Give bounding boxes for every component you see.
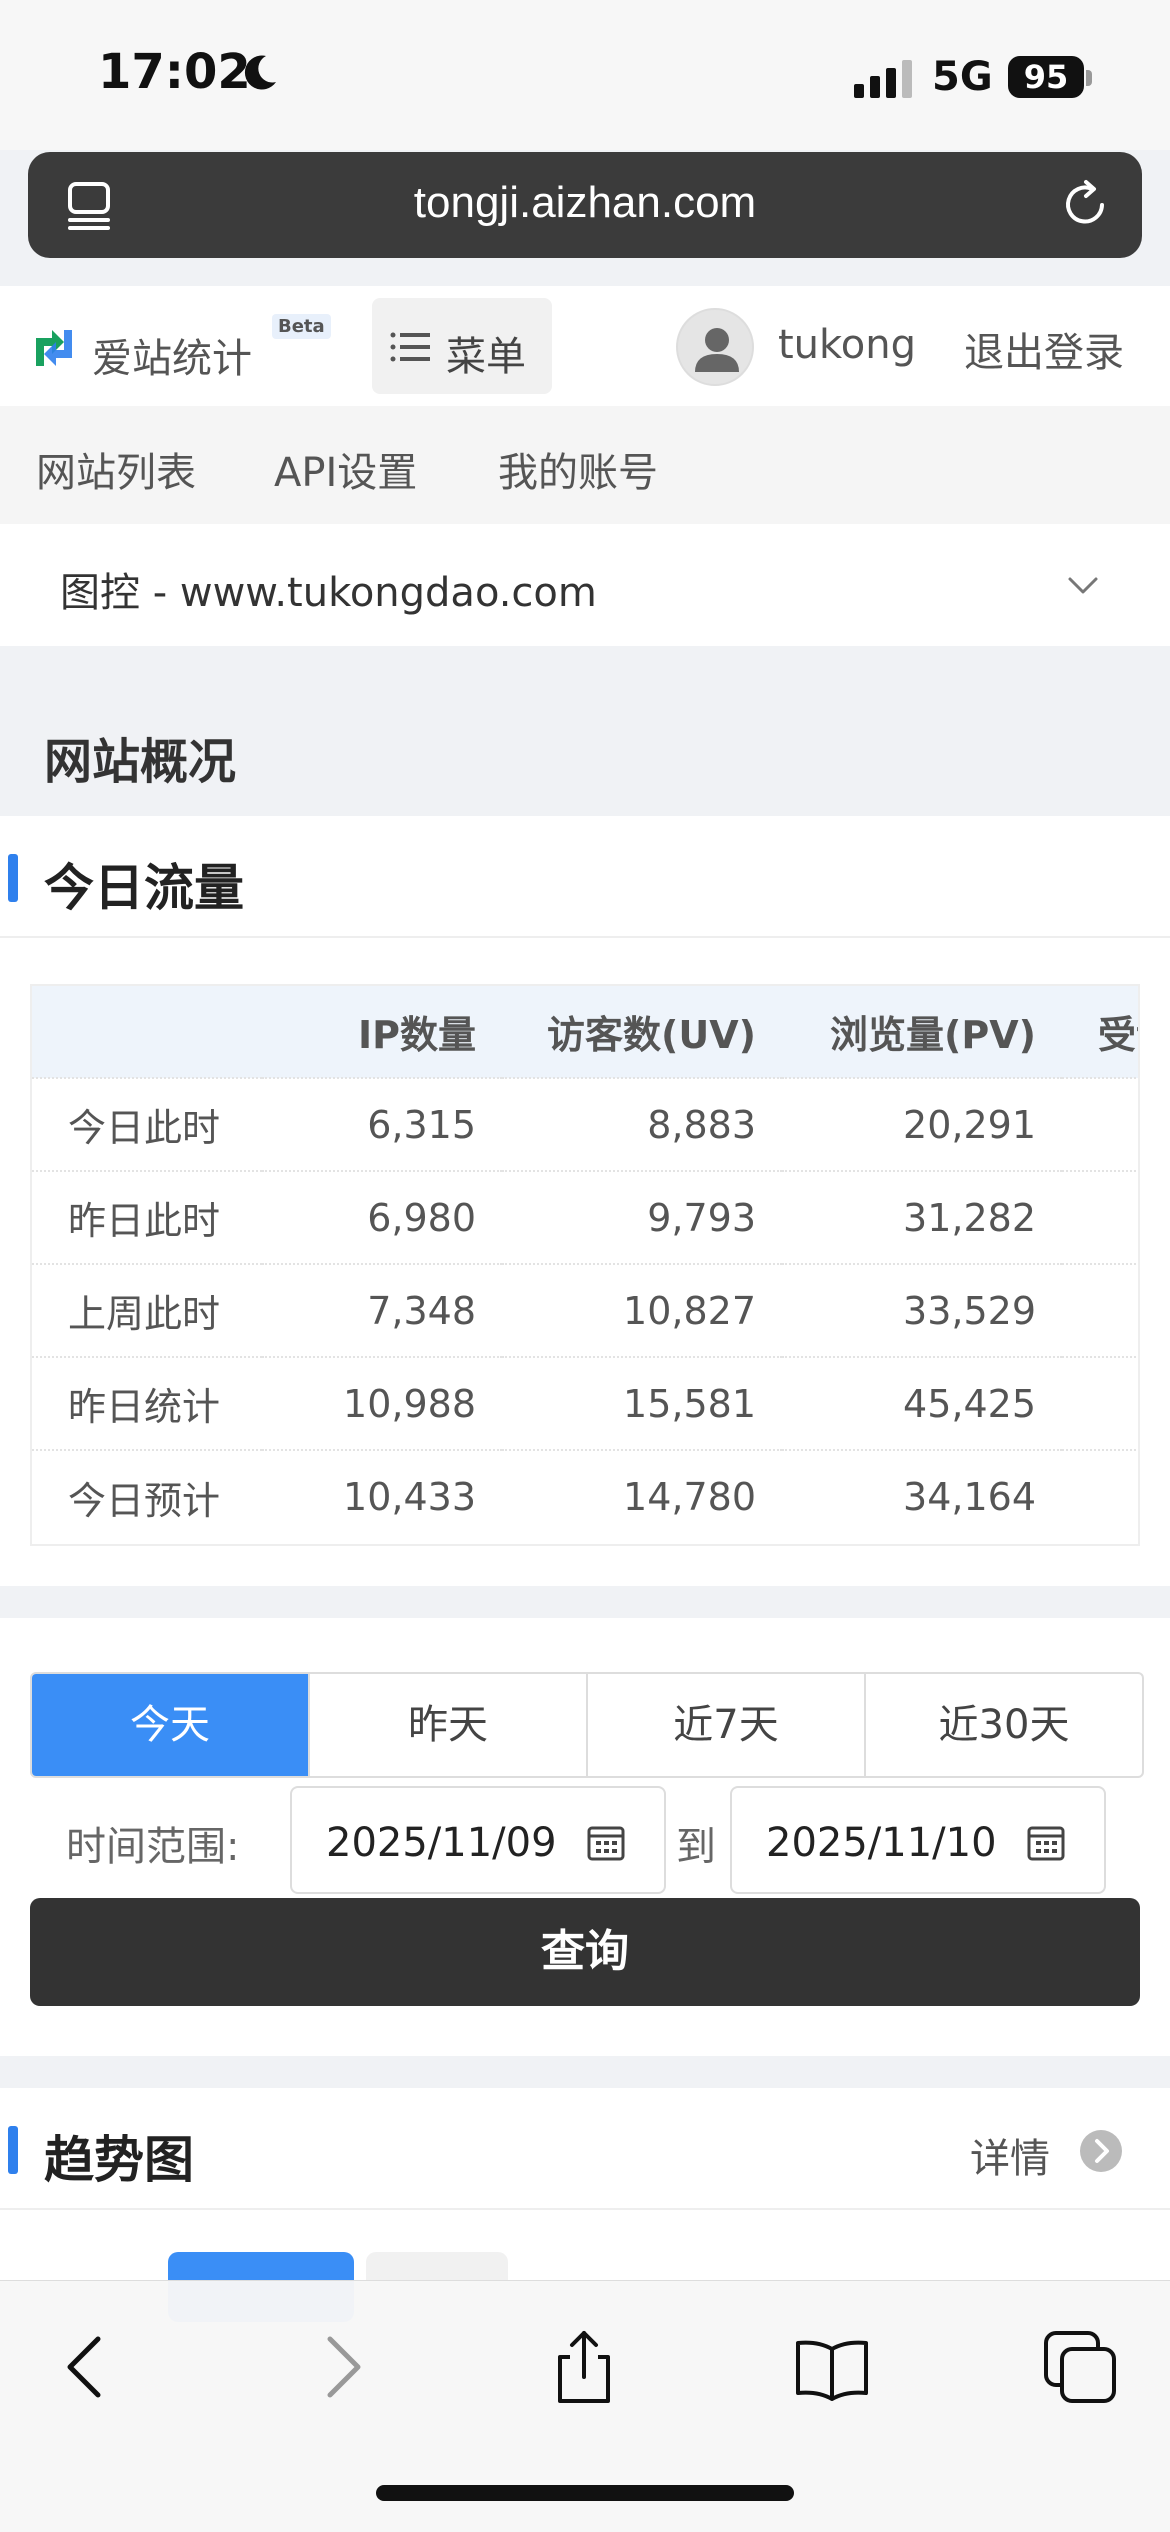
uv-cell: 14,780 xyxy=(502,1449,782,1543)
network-label: 5G xyxy=(932,54,993,100)
bookmarks-icon[interactable] xyxy=(792,2327,872,2407)
table-row: 昨日此时 6,980 9,793 31,282 xyxy=(32,1170,1138,1264)
start-date-value[interactable]: 2025/11/09 xyxy=(326,1820,557,1866)
ip-cell: 10,988 xyxy=(262,1356,502,1450)
home-indicator xyxy=(376,2485,794,2501)
logo-icon[interactable] xyxy=(28,322,80,374)
start-date-input[interactable]: 2025/11/09 xyxy=(290,1786,666,1894)
table-header-cell: 访客数(UV) xyxy=(502,986,782,1078)
end-date-input[interactable]: 2025/11/10 xyxy=(730,1786,1106,1894)
row-label: 昨日此时 xyxy=(32,1170,262,1264)
row-label: 上周此时 xyxy=(32,1263,262,1357)
calendar-icon[interactable] xyxy=(586,1822,626,1862)
period-tabs: 今天 昨天 近7天 近30天 xyxy=(30,1672,1144,1778)
pv-cell: 20,291 xyxy=(782,1077,1062,1171)
time-range-label: 时间范围: xyxy=(66,1824,240,1870)
ip-cell: 6,980 xyxy=(262,1170,502,1264)
back-icon[interactable] xyxy=(48,2327,128,2407)
row-label: 今日预计 xyxy=(32,1449,262,1543)
nav-item-api-settings[interactable]: API设置 xyxy=(274,440,417,498)
logo-text[interactable]: 爱站统计 xyxy=(92,326,252,384)
trend-header: 趋势图 详情 xyxy=(0,2088,1170,2210)
tab-last-7-days[interactable]: 近7天 xyxy=(588,1674,866,1776)
empty-cell xyxy=(1062,1077,1138,1171)
chevron-right-circle-icon[interactable] xyxy=(1078,2128,1124,2174)
date-filter-card: 今天 昨天 近7天 近30天 时间范围: 2025/11/09 到 2025/1… xyxy=(0,1618,1170,2056)
trend-detail-link[interactable]: 详情 xyxy=(970,2126,1050,2184)
moon-icon xyxy=(244,55,276,90)
battery-icon: 95 xyxy=(1008,56,1084,98)
end-date-value[interactable]: 2025/11/10 xyxy=(766,1820,997,1866)
pv-cell: 45,425 xyxy=(782,1356,1062,1450)
uv-cell: 8,883 xyxy=(502,1077,782,1171)
section-accent-bar xyxy=(8,2126,18,2174)
menu-label: 菜单 xyxy=(446,334,526,380)
to-label: 到 xyxy=(676,1824,716,1870)
calendar-icon[interactable] xyxy=(1026,1822,1066,1862)
address-bar[interactable]: tongji.aizhan.com xyxy=(28,152,1142,258)
table-header-row: IP数量 访客数(UV) 浏览量(PV) 受访 xyxy=(32,986,1138,1078)
table-header-cell xyxy=(32,986,262,1078)
site-selector[interactable]: 图控 - www.tukongdao.com xyxy=(0,524,1170,646)
row-label: 今日此时 xyxy=(32,1077,262,1171)
signal-icon xyxy=(854,60,912,98)
url-text[interactable]: tongji.aizhan.com xyxy=(28,178,1142,228)
traffic-table-wrapper[interactable]: IP数量 访客数(UV) 浏览量(PV) 受访 今日此时 6,315 8,883… xyxy=(30,984,1140,1546)
table-row: 今日预计 10,433 14,780 34,164 xyxy=(32,1449,1138,1543)
today-traffic-title: 今日流量 xyxy=(44,859,244,917)
table-header-cell: 浏览量(PV) xyxy=(782,986,1062,1078)
section-accent-bar xyxy=(8,854,18,902)
table-header-cell: IP数量 xyxy=(262,986,502,1078)
nav-item-my-account[interactable]: 我的账号 xyxy=(498,440,658,498)
status-bar: 17:02 5G 95 xyxy=(0,0,1170,150)
avatar[interactable] xyxy=(676,308,754,386)
uv-cell: 9,793 xyxy=(502,1170,782,1264)
tabs-icon[interactable] xyxy=(1040,2327,1120,2407)
username[interactable]: tukong xyxy=(778,322,916,368)
reload-icon[interactable] xyxy=(1058,178,1112,232)
pv-cell: 34,164 xyxy=(782,1449,1062,1543)
query-button[interactable]: 查询 xyxy=(30,1898,1140,2006)
sub-nav: 网站列表 API设置 我的账号 xyxy=(0,406,1170,524)
ip-cell: 6,315 xyxy=(262,1077,502,1171)
empty-cell xyxy=(1062,1449,1138,1543)
row-label: 昨日统计 xyxy=(32,1356,262,1450)
pv-cell: 33,529 xyxy=(782,1263,1062,1357)
uv-cell: 15,581 xyxy=(502,1356,782,1450)
table-row: 上周此时 7,348 10,827 33,529 xyxy=(32,1263,1138,1357)
logout-link[interactable]: 退出登录 xyxy=(964,320,1124,378)
today-traffic-card: 今日流量 IP数量 访客数(UV) 浏览量(PV) 受访 今日此时 6,315 xyxy=(0,816,1170,1586)
empty-cell xyxy=(1062,1356,1138,1450)
site-header: 爱站统计 Beta 菜单 tukong 退出登录 xyxy=(0,286,1170,406)
ip-cell: 10,433 xyxy=(262,1449,502,1543)
traffic-table: IP数量 访客数(UV) 浏览量(PV) 受访 今日此时 6,315 8,883… xyxy=(32,986,1138,1543)
page-title: 网站概况 xyxy=(44,734,237,790)
table-header-cell: 受访 xyxy=(1062,986,1138,1078)
nav-item-site-list[interactable]: 网站列表 xyxy=(36,440,196,498)
table-row: 今日此时 6,315 8,883 20,291 xyxy=(32,1077,1138,1171)
forward-icon[interactable] xyxy=(300,2327,380,2407)
tab-last-30-days[interactable]: 近30天 xyxy=(866,1674,1142,1776)
empty-cell xyxy=(1062,1170,1138,1264)
share-icon[interactable] xyxy=(544,2327,624,2407)
site-selector-value[interactable]: 图控 - www.tukongdao.com xyxy=(60,560,597,618)
menu-button[interactable]: 菜单 xyxy=(372,298,552,394)
battery-cap xyxy=(1086,70,1092,86)
empty-cell xyxy=(1062,1263,1138,1357)
tab-today[interactable]: 今天 xyxy=(32,1674,310,1776)
list-icon xyxy=(390,332,430,362)
ip-cell: 7,348 xyxy=(262,1263,502,1357)
pv-cell: 31,282 xyxy=(782,1170,1062,1264)
browser-toolbar xyxy=(0,2280,1170,2532)
beta-badge: Beta xyxy=(272,314,331,339)
user-icon xyxy=(695,328,739,372)
table-row: 昨日统计 10,988 15,581 45,425 xyxy=(32,1356,1138,1450)
trend-title: 趋势图 xyxy=(44,2131,194,2189)
status-time: 17:02 xyxy=(98,44,251,100)
today-traffic-header: 今日流量 xyxy=(0,816,1170,938)
tab-yesterday[interactable]: 昨天 xyxy=(310,1674,588,1776)
uv-cell: 10,827 xyxy=(502,1263,782,1357)
chevron-down-icon[interactable] xyxy=(1066,568,1100,602)
